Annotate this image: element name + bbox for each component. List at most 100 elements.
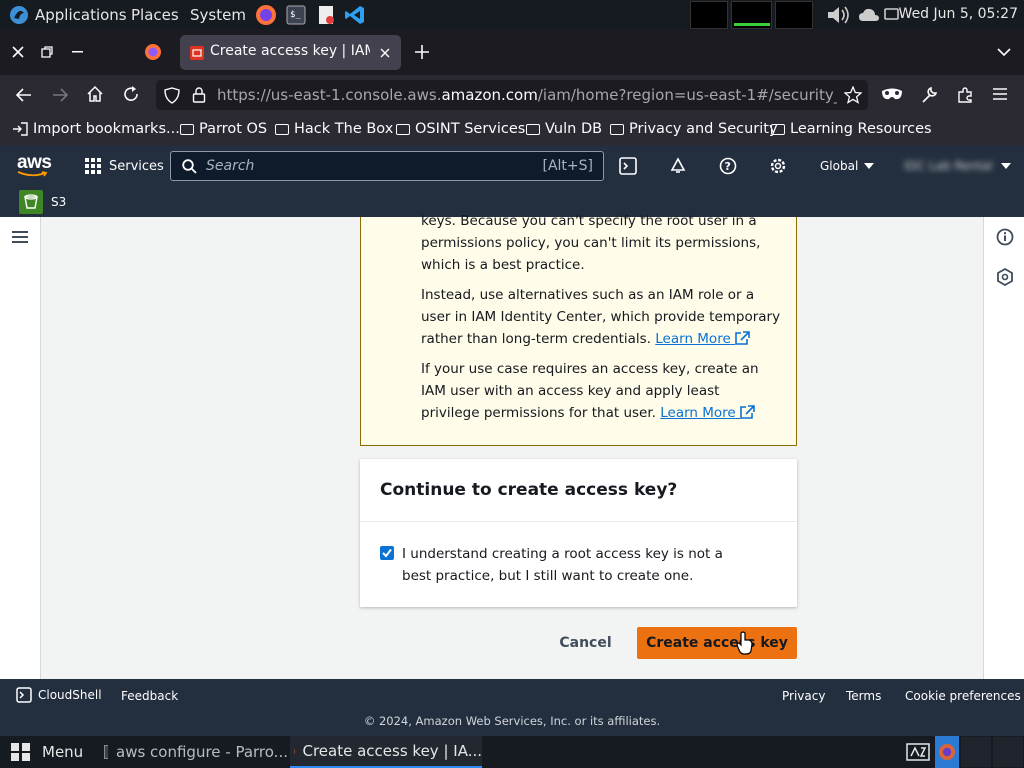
services-menu-button[interactable]: Services xyxy=(84,157,164,175)
tab-create-access-key[interactable]: Create access key | IAM | C xyxy=(180,35,401,70)
workspace-3[interactable] xyxy=(993,737,1023,767)
aws-logo[interactable]: aws xyxy=(17,152,52,178)
terminal-launcher-icon[interactable]: $_ xyxy=(286,5,306,25)
warning-paragraph-3: If your use case requires an access key,… xyxy=(421,358,781,424)
bookmark-folder-vuln-db[interactable]: Vuln DB xyxy=(526,121,602,137)
learn-more-link-1[interactable]: Learn More xyxy=(655,331,750,347)
bookmark-folder-osint-services[interactable]: OSINT Services xyxy=(396,121,525,137)
terms-link[interactable]: Terms xyxy=(846,689,881,703)
bookmarks-bar: Import bookmarks... Parrot OS Hack The B… xyxy=(0,115,1024,145)
minimize-window-icon[interactable] xyxy=(72,51,84,53)
account-menu[interactable]: IDC Lab Rental xyxy=(904,159,1011,173)
privacy-link[interactable]: Privacy xyxy=(782,689,825,703)
back-icon[interactable] xyxy=(15,86,33,104)
lock-icon[interactable] xyxy=(192,87,206,103)
create-access-key-button[interactable]: Create access key xyxy=(637,627,797,659)
new-tab-icon[interactable] xyxy=(414,44,430,60)
taskbar-item-terminal[interactable]: aws configure - Parro... xyxy=(96,736,288,768)
places-menu[interactable]: Places xyxy=(131,6,179,24)
reload-icon[interactable] xyxy=(122,85,140,103)
grid-menu-icon xyxy=(11,743,30,761)
bookmark-folder-parrot-os[interactable]: Parrot OS xyxy=(180,121,267,137)
acknowledge-checkbox[interactable] xyxy=(380,546,394,560)
bookmark-label: Learning Resources xyxy=(790,121,932,137)
root-key-warning-alert: keys. Because you can't specify the root… xyxy=(360,213,797,446)
left-side-nav xyxy=(0,217,41,679)
folder-icon xyxy=(610,124,624,135)
system-menu[interactable]: System xyxy=(190,6,246,24)
menu-button[interactable]: Menu xyxy=(10,736,83,768)
tracking-protection-icon[interactable] xyxy=(164,87,180,104)
tab-title: Create access key | IAM | C xyxy=(210,43,370,59)
close-tab-icon[interactable] xyxy=(379,47,391,59)
bookmark-folder-learning-resources[interactable]: Learning Resources xyxy=(771,121,932,137)
firefox-launcher-icon[interactable] xyxy=(255,4,277,26)
cloudshell-icon xyxy=(16,687,32,703)
info-icon[interactable] xyxy=(996,228,1014,246)
workspace-2[interactable] xyxy=(961,737,991,767)
cloudshell-footer-button[interactable]: CloudShell xyxy=(16,687,102,703)
applications-menu[interactable]: Applications xyxy=(35,6,127,24)
forward-icon[interactable] xyxy=(51,86,69,104)
url-domain: amazon.com xyxy=(441,86,538,104)
learn-more-label: Learn More xyxy=(655,331,731,347)
workspace-1[interactable] xyxy=(935,736,959,768)
favorite-s3[interactable]: S3 xyxy=(19,190,66,214)
vscode-launcher-icon[interactable] xyxy=(344,4,366,26)
bookmark-folder-privacy-security[interactable]: Privacy and Security xyxy=(610,121,778,137)
right-tools-rail xyxy=(983,217,1024,679)
extensions-icon[interactable] xyxy=(956,86,974,104)
help-icon[interactable]: ? xyxy=(719,157,737,175)
bookmark-star-icon[interactable] xyxy=(844,86,862,104)
home-icon[interactable] xyxy=(86,85,104,103)
close-window-icon[interactable] xyxy=(10,44,26,60)
caret-down-icon xyxy=(1000,163,1011,169)
acknowledge-checkbox-label[interactable]: I understand creating a root access key … xyxy=(402,543,752,587)
folder-icon xyxy=(275,124,289,135)
bookmark-label: Vuln DB xyxy=(545,121,603,137)
side-nav-toggle-icon[interactable] xyxy=(11,230,29,244)
warning-paragraph-1: keys. Because you can't specify the root… xyxy=(421,213,761,273)
firefox-view-icon[interactable] xyxy=(144,43,162,61)
terminal-icon xyxy=(104,745,108,759)
network-monitor-graph xyxy=(775,1,813,29)
cookie-preferences-link[interactable]: Cookie preferences xyxy=(905,689,1021,703)
text-editor-launcher-icon[interactable] xyxy=(316,5,336,25)
url-text[interactable]: https://us-east-1.console.aws.amazon.com… xyxy=(217,86,837,104)
hamburger-menu-icon[interactable] xyxy=(992,87,1008,101)
cancel-button[interactable]: Cancel xyxy=(548,627,623,659)
firefox-icon xyxy=(294,743,295,760)
bookmark-folder-hack-the-box[interactable]: Hack The Box xyxy=(275,121,393,137)
list-all-tabs-icon[interactable] xyxy=(996,47,1012,57)
bookmark-import[interactable]: Import bookmarks... xyxy=(12,121,180,137)
wrench-icon[interactable] xyxy=(920,86,938,104)
workspace-switcher-icon[interactable] xyxy=(906,742,930,762)
menu-label: Menu xyxy=(42,743,84,761)
region-label: Global xyxy=(820,159,859,173)
volume-icon[interactable] xyxy=(826,4,854,26)
aws-logo-text: aws xyxy=(17,152,52,173)
taskbar-item-label: aws configure - Parro... xyxy=(116,743,288,761)
external-link-icon xyxy=(740,405,755,419)
cloud-sync-icon[interactable] xyxy=(858,7,880,23)
cloudshell-icon[interactable] xyxy=(619,157,637,175)
settings-gear-icon[interactable] xyxy=(769,157,787,175)
aws-search-input[interactable]: Search [Alt+S] xyxy=(170,151,604,181)
search-placeholder: Search xyxy=(206,158,255,174)
notifications-bell-icon[interactable] xyxy=(669,157,687,175)
cpu-monitor-graph xyxy=(690,1,728,29)
url-bar[interactable]: https://us-east-1.console.aws.amazon.com… xyxy=(156,80,868,110)
parrot-logo-icon[interactable] xyxy=(8,5,30,25)
grid-icon xyxy=(85,158,101,174)
taskbar-item-firefox[interactable]: Create access key | IA... xyxy=(290,736,482,768)
copyright: © 2024, Amazon Web Services, Inc. or its… xyxy=(363,714,661,728)
region-selector[interactable]: Global xyxy=(820,159,875,173)
clock[interactable]: Wed Jun 5, 05:27 xyxy=(899,6,1018,22)
feedback-link[interactable]: Feedback xyxy=(121,689,178,703)
private-mask-icon[interactable] xyxy=(881,87,903,101)
bookmark-label: Import bookmarks... xyxy=(33,121,180,137)
tutorials-hexagon-icon[interactable] xyxy=(996,268,1014,286)
restore-window-icon[interactable] xyxy=(40,45,54,59)
learn-more-link-2[interactable]: Learn More xyxy=(660,405,755,421)
mouse-cursor-hand-icon xyxy=(735,631,755,655)
